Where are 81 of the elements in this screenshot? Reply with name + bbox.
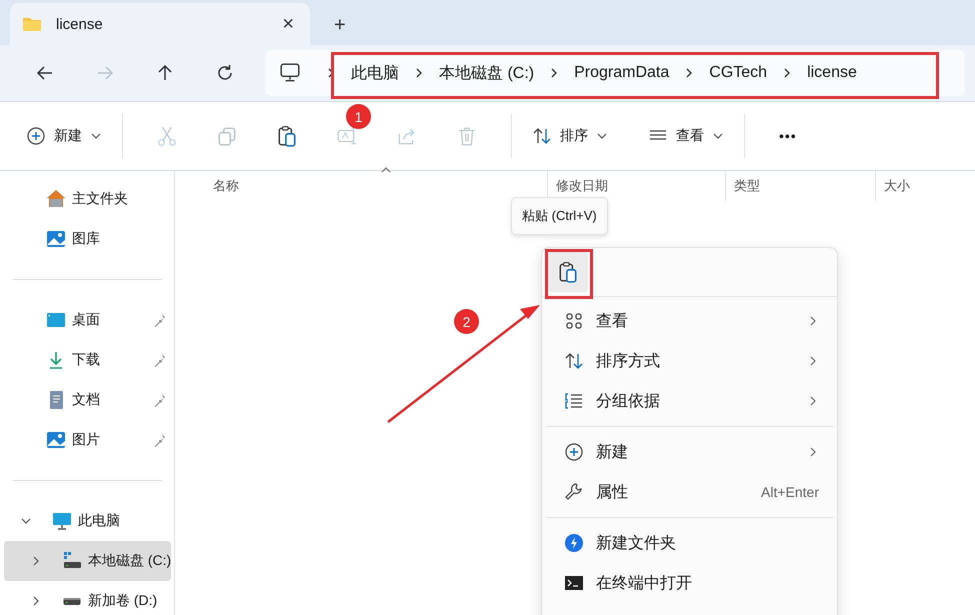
new-button[interactable]: 新建 (20, 116, 108, 156)
shortcut-text: Alt+Enter (761, 484, 819, 500)
sidebar-item-label: 图库 (72, 230, 101, 248)
menu-item[interactable]: 查看 (546, 301, 833, 341)
sort-caret-icon (380, 165, 391, 175)
rename-icon (336, 125, 358, 147)
more-button[interactable]: ••• (759, 116, 817, 156)
pc-monitor-icon (279, 62, 301, 84)
grid-icon (564, 311, 584, 331)
grouped-list-icon (564, 391, 584, 411)
breadcrumb-item[interactable]: ProgramData (560, 64, 684, 82)
sidebar-item[interactable]: 图库 (4, 219, 172, 259)
sidebar-item[interactable]: 此电脑 (4, 501, 172, 541)
sidebar-item[interactable]: 桌面 (4, 300, 172, 340)
scissors-icon (156, 125, 178, 147)
pin-icon (153, 433, 168, 447)
menu-item-label: 属性 (596, 482, 629, 502)
image-icon (46, 430, 66, 450)
menu-item[interactable]: 属性 Alt+Enter (546, 472, 833, 512)
menu-item[interactable]: 排序方式 (546, 341, 833, 381)
menu-item[interactable]: 新建 (546, 432, 833, 472)
plus-circle-icon (564, 442, 584, 462)
wrench-icon (564, 482, 584, 502)
step-number-badge: 1 (346, 104, 371, 129)
sidebar-item[interactable]: 新加卷 (D:) (4, 581, 172, 615)
clipboard-icon (557, 261, 579, 283)
menu-item-label: 新建文件夹 (596, 534, 677, 554)
pin-icon (153, 353, 168, 367)
sort-arrows-icon (564, 351, 584, 371)
house-icon (46, 189, 66, 209)
step-number-badge: 2 (454, 309, 479, 334)
menu-item-label: 在终端中打开 (596, 574, 693, 594)
sidebar-item[interactable]: 下载 (4, 340, 172, 380)
sidebar-item[interactable]: 图片 (4, 420, 172, 460)
sidebar-item-label: 文档 (72, 391, 101, 409)
highlight-frame (545, 249, 593, 299)
monitor-icon (52, 511, 72, 531)
desktop-icon (46, 310, 66, 330)
breadcrumb-item[interactable]: CGTech (695, 64, 782, 82)
menu-item-label: 查看 (596, 312, 629, 332)
sidebar-item[interactable]: 主文件夹 (4, 179, 172, 219)
breadcrumb-item[interactable]: 此电脑 (337, 62, 413, 84)
sort-button[interactable]: 排序 (526, 116, 614, 156)
address-bar[interactable]: 此电脑 本地磁盘 (C:) ProgramData CGTech license (265, 50, 965, 96)
sort-arrows-icon (532, 126, 552, 146)
sidebar-item-label: 下载 (72, 351, 101, 369)
new-tab-button[interactable]: + (330, 14, 350, 37)
sidebar-item[interactable]: 文档 (4, 380, 172, 420)
view-button[interactable]: 查看 (642, 116, 730, 156)
plus-circle-icon (26, 126, 46, 146)
image-icon (46, 229, 66, 249)
menu-item[interactable]: 分组依据 (546, 381, 833, 421)
sidebar-item-label: 新加卷 (D:) (88, 592, 158, 610)
column-header[interactable]: 类型 (726, 171, 876, 201)
paste-button[interactable] (548, 252, 588, 292)
drive-icon (62, 551, 82, 571)
tab-title: license (56, 16, 104, 32)
tooltip: 粘贴 (Ctrl+V) (511, 197, 608, 235)
pin-icon (153, 313, 168, 327)
drive-icon (62, 596, 82, 606)
clipboard-icon (276, 125, 298, 147)
sidebar-item[interactable]: 本地磁盘 (C:) (4, 541, 172, 581)
sidebar-item-label: 此电脑 (78, 512, 121, 530)
window-tab[interactable]: license × (10, 3, 310, 45)
breadcrumb-item[interactable]: 本地磁盘 (C:) (425, 62, 548, 84)
sidebar-item-label: 图片 (72, 431, 101, 449)
close-tab-button[interactable]: × (278, 12, 298, 36)
sidebar-item-label: 桌面 (72, 311, 101, 329)
terminal-icon (564, 573, 584, 593)
pin-icon (153, 393, 168, 407)
menu-item-label: 排序方式 (596, 352, 661, 372)
menu-item[interactable]: 新建文件夹 (546, 523, 833, 563)
copy-icon (216, 125, 238, 147)
sidebar-item-label: 本地磁盘 (C:) (88, 552, 172, 570)
menu-item-label: 新建 (596, 442, 629, 462)
menu-item-label: 分组依据 (596, 392, 661, 412)
lightning-icon (564, 533, 584, 553)
column-header[interactable]: 大小 (876, 171, 975, 201)
breadcrumb-item[interactable]: license (793, 64, 871, 82)
sidebar-item-label: 主文件夹 (72, 190, 129, 208)
menu-item[interactable]: 在终端中打开 (546, 563, 833, 603)
